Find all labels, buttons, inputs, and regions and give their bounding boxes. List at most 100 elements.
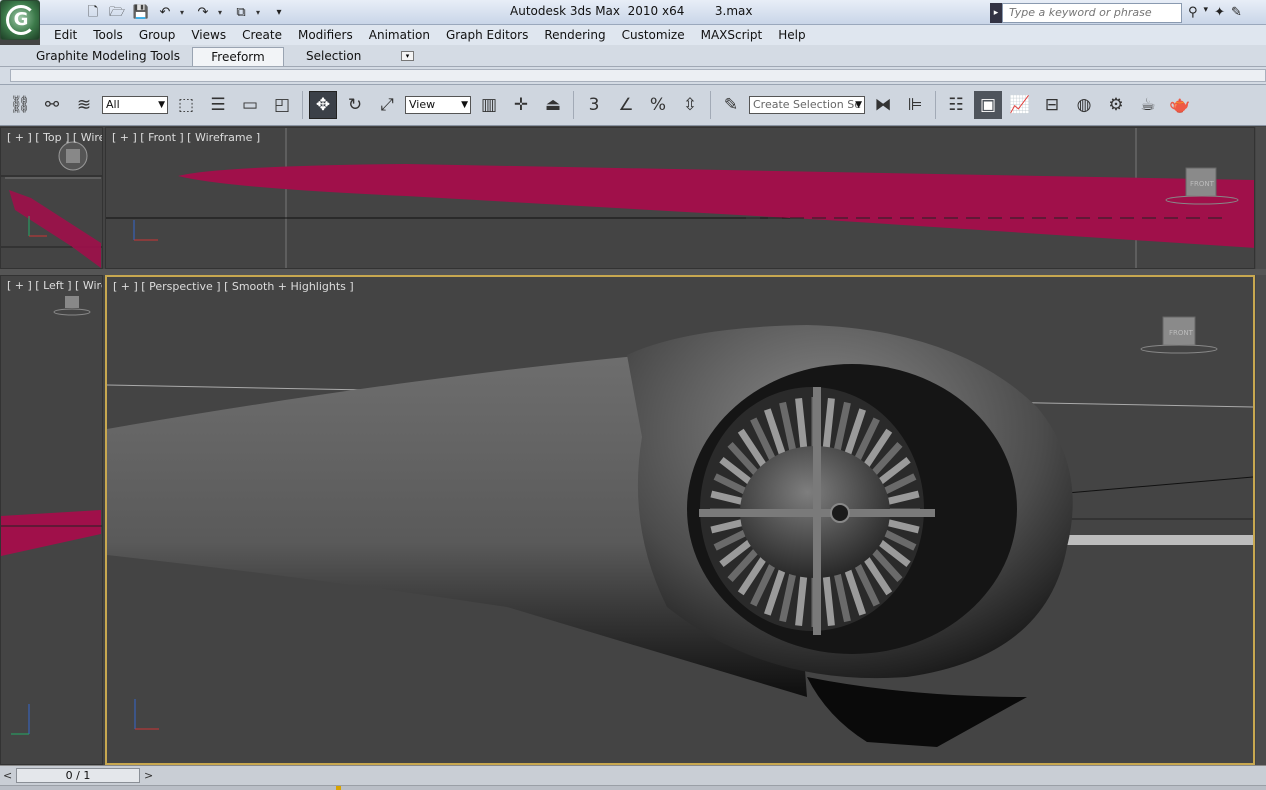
project-dropdown-icon[interactable]: ▾ — [256, 8, 264, 17]
save-icon[interactable]: 💾 — [132, 4, 150, 22]
menu-tools[interactable]: Tools — [85, 28, 131, 42]
redo-icon[interactable]: ↷ — [194, 4, 212, 22]
wireframe-mesh — [9, 190, 101, 268]
binoculars-icon[interactable]: ⚲ — [1188, 5, 1198, 20]
open-folder-icon[interactable]: 🗁 — [108, 4, 126, 22]
pivot-center-icon[interactable]: ▥ — [475, 91, 503, 119]
angle-snap-icon[interactable]: ∠ — [612, 91, 640, 119]
render-setup-icon[interactable]: ⚙ — [1102, 91, 1130, 119]
menu-group[interactable]: Group — [131, 28, 184, 42]
spinner-snap-icon[interactable]: ⇳ — [676, 91, 704, 119]
tab-selection[interactable]: Selection — [306, 47, 361, 66]
edit-named-selection-icon[interactable]: ✎ — [717, 91, 745, 119]
reference-coordinate-value: View — [409, 98, 436, 111]
menu-help[interactable]: Help — [770, 28, 813, 42]
snaps-toggle-icon[interactable]: 3 — [580, 91, 608, 119]
undo-dropdown-icon[interactable]: ▾ — [180, 8, 188, 17]
select-and-move-icon[interactable]: ✥ — [309, 91, 337, 119]
material-editor-icon[interactable]: ◍ — [1070, 91, 1098, 119]
selection-filter-value: All — [106, 98, 120, 111]
nacelle-shadow — [807, 677, 1027, 747]
bind-to-space-warp-icon[interactable]: ≋ — [70, 91, 98, 119]
infocenter-expand-icon[interactable]: ▸ — [990, 2, 1002, 23]
undo-icon[interactable]: ↶ — [156, 4, 174, 22]
viewport-left-label[interactable]: [ + ] [ Left ] [ Wirefr — [7, 279, 102, 292]
chevron-down-icon: ▼ — [158, 100, 165, 110]
menu-customize[interactable]: Customize — [614, 28, 693, 42]
toolbar-separator — [573, 91, 574, 119]
viewcube-ring — [1140, 344, 1218, 354]
unlink-selection-icon[interactable]: ⚯ — [38, 91, 66, 119]
tab-freeform[interactable]: Freeform — [192, 47, 284, 66]
align-icon[interactable]: ⊫ — [901, 91, 929, 119]
ribbon-minimize-dropdown-icon[interactable]: ▾ — [401, 51, 414, 61]
time-marker — [336, 786, 341, 790]
menu-modifiers[interactable]: Modifiers — [290, 28, 361, 42]
named-selection-dropdown[interactable]: Create Selection Se ▼ — [749, 96, 865, 114]
toolbar-separator — [710, 91, 711, 119]
main-toolbar: ⛓ ⚯ ≋ All ▼ ⬚ ☰ ▭ ◰ ✥ ↻ ⤢ View ▼ ▥ ✛ ⏏ 3… — [0, 85, 1266, 126]
search-input[interactable] — [1002, 2, 1182, 23]
viewport-perspective[interactable]: FRONT [ + ] [ Perspective ] [ Smooth + H… — [105, 275, 1255, 765]
ribbon: Graphite Modeling Tools Freeform Selecti… — [0, 45, 1266, 67]
left-viewport-canvas — [1, 296, 102, 735]
ribbon-panel-strip — [0, 67, 1266, 85]
communication-center-icon[interactable]: ✦ — [1214, 5, 1225, 20]
viewcube-ring — [53, 308, 91, 316]
time-prev-button[interactable]: < — [3, 769, 12, 782]
track-bar[interactable] — [0, 785, 1266, 790]
window-crossing-icon[interactable]: ◰ — [268, 91, 296, 119]
viewport-top[interactable]: [ + ] [ Top ] [ Wirefr — [0, 127, 103, 269]
viewport-perspective-label[interactable]: [ + ] [ Perspective ] [ Smooth + Highlig… — [113, 280, 354, 293]
new-file-icon[interactable]: 🗋 — [84, 4, 102, 22]
render-production-icon[interactable]: 🫖 — [1166, 91, 1194, 119]
select-and-rotate-icon[interactable]: ↻ — [341, 91, 369, 119]
viewport-front-label[interactable]: [ + ] [ Front ] [ Wireframe ] — [112, 131, 260, 144]
wireframe-mesh — [1, 510, 101, 556]
viewcube-icon[interactable] — [65, 296, 79, 308]
app-window: 🗋 🗁 💾 ↶ ▾ ↷ ▾ ⧉ ▾ ▾ Autodesk 3ds Max 201… — [0, 0, 1266, 790]
mirror-icon[interactable]: ⧓ — [869, 91, 897, 119]
snap-label: 3 — [588, 95, 600, 115]
rectangular-selection-icon[interactable]: ▭ — [236, 91, 264, 119]
ribbon-title[interactable]: Graphite Modeling Tools — [36, 49, 180, 63]
select-by-name-icon[interactable]: ☰ — [204, 91, 232, 119]
reference-coordinate-dropdown[interactable]: View ▼ — [405, 96, 471, 114]
menu-maxscript[interactable]: MAXScript — [693, 28, 771, 42]
viewcube-face: FRONT — [1190, 180, 1215, 188]
help-icon[interactable]: ✎ — [1231, 5, 1242, 20]
menu-animation[interactable]: Animation — [361, 28, 438, 42]
application-button[interactable]: G — [0, 0, 40, 40]
infocenter: ▸ ⚲ ▾ ✦ ✎ — [990, 2, 1242, 23]
customize-qat-icon[interactable]: ▾ — [270, 4, 288, 22]
time-next-button[interactable]: > — [144, 769, 153, 782]
wireframe-edge — [1066, 476, 1253, 494]
keyboard-shortcut-override-icon[interactable]: ⏏ — [539, 91, 567, 119]
menu-create[interactable]: Create — [234, 28, 290, 42]
time-slider[interactable]: 0 / 1 — [16, 768, 140, 783]
schematic-view-icon[interactable]: ⊟ — [1038, 91, 1066, 119]
select-and-scale-icon[interactable]: ⤢ — [373, 91, 401, 119]
rendered-frame-window-icon[interactable]: ☕ — [1134, 91, 1162, 119]
viewport-top-label[interactable]: [ + ] [ Top ] [ Wirefr — [7, 131, 102, 144]
viewport-left[interactable]: [ + ] [ Left ] [ Wirefr — [0, 275, 103, 765]
percent-snap-icon[interactable]: % — [644, 91, 672, 119]
viewport-front[interactable]: FRONT [ + ] [ Front ] [ Wireframe ] — [105, 127, 1255, 269]
menu-graph-editors[interactable]: Graph Editors — [438, 28, 536, 42]
app-logo-icon: G — [6, 5, 36, 35]
curve-editor-icon[interactable]: 📈 — [1006, 91, 1034, 119]
select-object-icon[interactable]: ⬚ — [172, 91, 200, 119]
search-dropdown-icon[interactable]: ▾ — [1204, 5, 1209, 20]
select-and-manipulate-icon[interactable]: ✛ — [507, 91, 535, 119]
redo-dropdown-icon[interactable]: ▾ — [218, 8, 226, 17]
menu-edit[interactable]: Edit — [46, 28, 85, 42]
menu-views[interactable]: Views — [183, 28, 234, 42]
viewport-right-edge — [1256, 127, 1266, 765]
selection-filter-dropdown[interactable]: All ▼ — [102, 96, 168, 114]
chevron-down-icon: ▼ — [855, 100, 862, 110]
layer-manager-icon[interactable]: ☷ — [942, 91, 970, 119]
project-folder-icon[interactable]: ⧉ — [232, 4, 250, 22]
graphite-modeling-tools-icon[interactable]: ▣ — [974, 91, 1002, 119]
menu-rendering[interactable]: Rendering — [536, 28, 613, 42]
select-and-link-icon[interactable]: ⛓ — [6, 91, 34, 119]
